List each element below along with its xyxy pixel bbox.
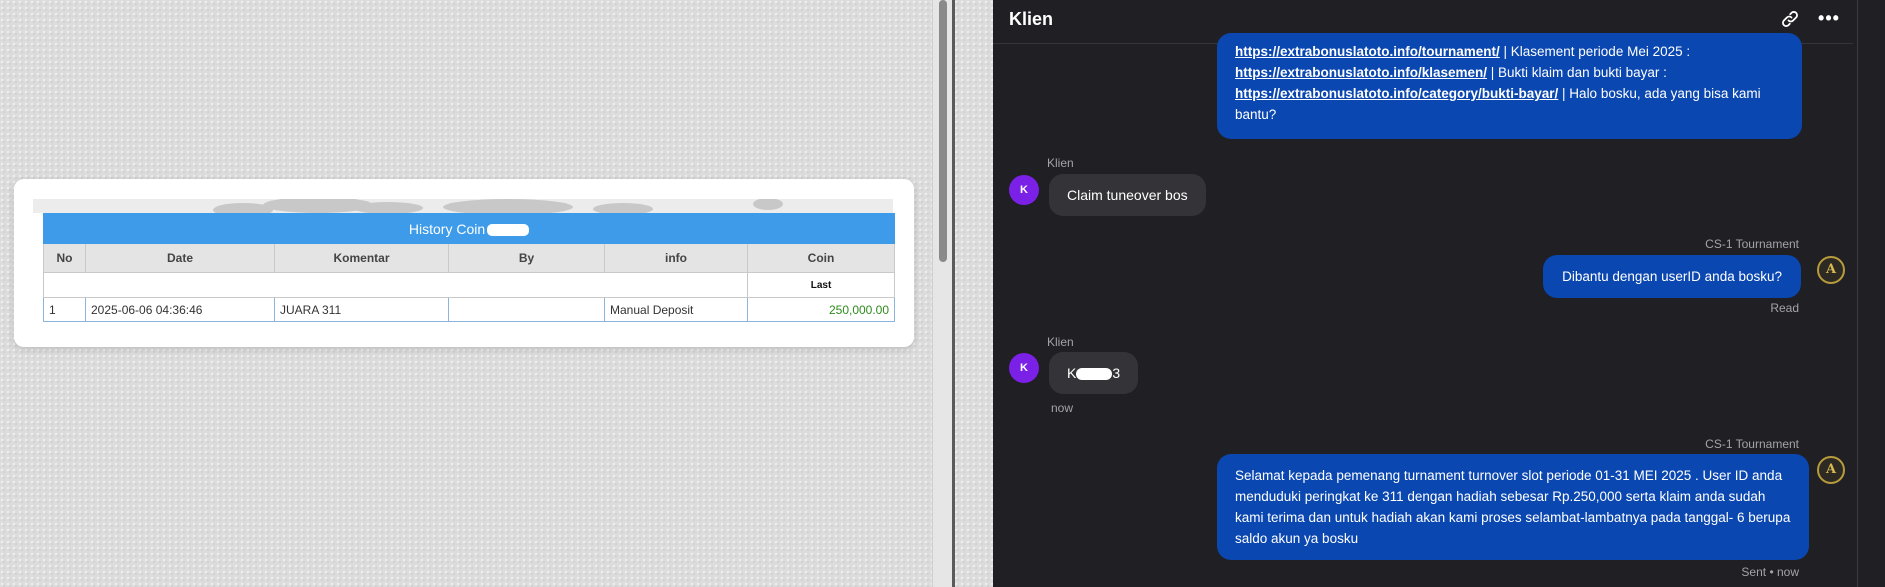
client-avatar: K [1009,353,1039,383]
col-by: By [448,243,605,273]
message-bubble-client: K3 [1049,352,1139,394]
sender-name: CS-1 Tournament [1705,237,1799,251]
history-pane: History Coin No Date Komentar By info Co… [0,0,932,587]
map-banner [33,199,893,213]
cell-no: 1 [43,297,86,322]
right-scrollbar[interactable] [1853,0,1885,587]
right-scroll-track[interactable] [1857,0,1858,587]
bukti-bayar-link[interactable]: https://extrabonuslatoto.info/category/b… [1235,86,1558,101]
col-komentar: Komentar [274,243,449,273]
klasemen-link[interactable]: https://extrabonuslatoto.info/klasemen/ [1235,65,1487,80]
sender-name: Klien [1047,156,1074,170]
left-scrollbar[interactable] [932,0,952,587]
col-date: Date [85,243,275,273]
history-table: History Coin No Date Komentar By info Co… [42,213,896,322]
cell-date: 2025-06-06 04:36:46 [85,297,275,322]
message-bubble-agent: Selamat kepada pemenang turnament turnov… [1217,454,1809,560]
cell-by [448,297,605,322]
chat-title: Klien [1009,9,1054,29]
col-no: No [43,243,86,273]
agent-avatar: A [1817,256,1845,284]
left-scroll-thumb[interactable] [939,0,947,262]
message-status: Read [1770,301,1799,315]
redacted-userid [1076,368,1113,381]
agent-avatar: A [1817,456,1845,484]
cell-coin: 250,000.00 [746,297,896,322]
message-bubble-agent: Dibantu dengan userID anda bosku? [1543,255,1801,298]
last-label: Last [746,272,896,298]
table-row: 1 2025-06-06 04:36:46 JUARA 311 Manual D… [43,297,896,322]
tournament-link[interactable]: https://extrabonuslatoto.info/tournament… [1235,44,1500,59]
message-bubble-agent: https://extrabonuslatoto.info/tournament… [1217,33,1802,139]
history-card: History Coin No Date Komentar By info Co… [14,179,914,347]
message-bubble-client: Claim tuneover bos [1049,174,1206,216]
col-coin: Coin [746,243,896,273]
message-status: Sent • now [1741,565,1799,579]
redacted-username [487,223,530,236]
sender-name: CS-1 Tournament [1705,437,1799,451]
cell-info: Manual Deposit [604,297,748,322]
chat-pane: Klien ••• https://extrabonuslatoto.info/… [993,0,1853,587]
history-title: History Coin [42,213,896,244]
link-icon[interactable] [1779,8,1801,30]
col-info: info [604,243,748,273]
client-avatar: K [1009,175,1039,205]
more-icon[interactable]: ••• [1817,8,1841,30]
subheader-row: Last [43,272,896,298]
sender-name: Klien [1047,335,1074,349]
cell-komentar: JUARA 311 [274,297,449,322]
message-time: now [1051,401,1074,415]
pane-divider[interactable] [952,0,955,587]
